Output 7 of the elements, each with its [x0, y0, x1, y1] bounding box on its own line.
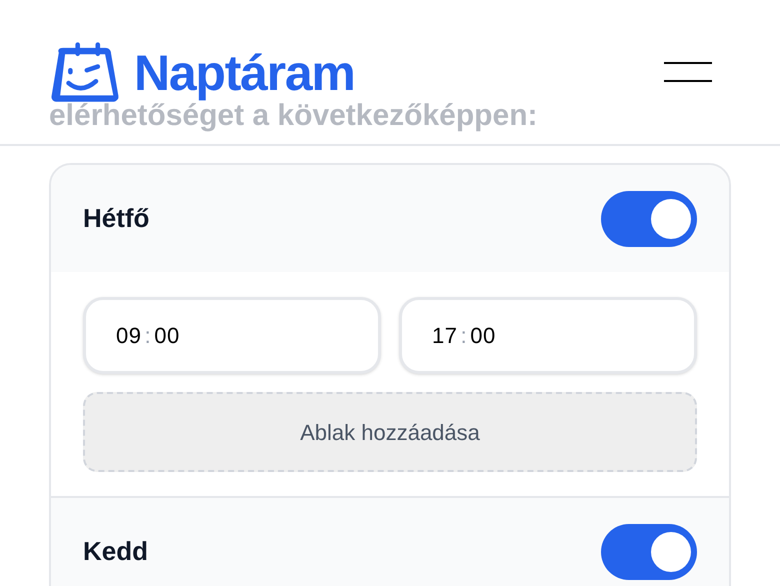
day-label: Hétfő: [83, 202, 150, 235]
menu-icon[interactable]: [664, 62, 712, 82]
time-field[interactable]: 17:00: [399, 297, 697, 374]
day-label: Kedd: [83, 535, 148, 568]
time-field[interactable]: 09:00: [83, 297, 381, 374]
add-window-button[interactable]: Ablak hozzáadása: [83, 392, 697, 472]
calendar-smile-icon: [50, 41, 120, 105]
